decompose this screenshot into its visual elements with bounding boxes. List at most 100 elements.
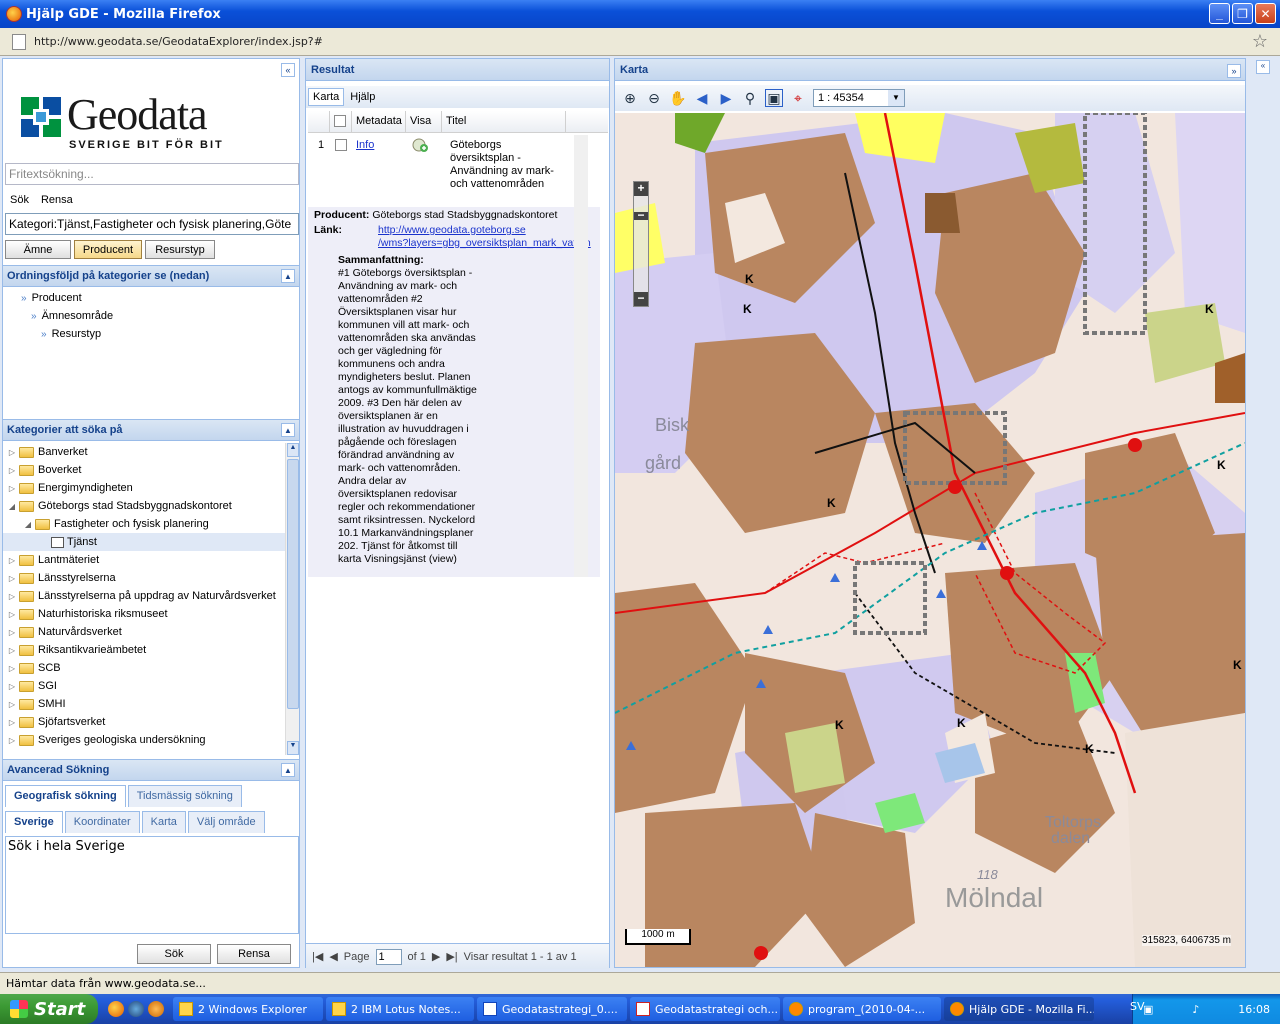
collapsed-arrow-icon[interactable]: ▷	[7, 466, 17, 475]
row-checkbox[interactable]	[335, 139, 347, 151]
language-indicator[interactable]: SV	[1130, 1000, 1145, 1013]
search-link[interactable]: Sök	[10, 194, 29, 206]
expand-right-panel-button[interactable]: «	[1256, 60, 1270, 74]
next-page-icon[interactable]: ▶	[432, 950, 440, 963]
collapse-left-button[interactable]: «	[281, 63, 295, 77]
sort-subject-button[interactable]: Ämne	[5, 240, 71, 259]
categories-collapse-button[interactable]: ▲	[281, 423, 295, 437]
tree-item[interactable]: ◢ Göteborgs stad Stadsbyggnadskontoret	[3, 497, 285, 515]
task-geodatastrategi-1[interactable]: Geodatastrategi_0....	[477, 997, 627, 1021]
task-windows-explorer[interactable]: 2 Windows Explorer	[173, 997, 323, 1021]
collapsed-arrow-icon[interactable]: ▷	[7, 556, 17, 565]
advanced-search-button[interactable]: Sök	[137, 944, 211, 964]
task-geodatastrategi-2[interactable]: Geodatastrategi och...	[630, 997, 780, 1021]
zoom-slider-handle[interactable]: −	[634, 209, 648, 221]
order-item-resource-type[interactable]: » Resurstyp	[3, 325, 299, 343]
collapsed-arrow-icon[interactable]: ▷	[7, 592, 17, 601]
task-hjalp-gde[interactable]: Hjälp GDE - Mozilla Fi...	[944, 997, 1094, 1021]
tree-item[interactable]: ▷ Naturhistoriska riksmuseet	[3, 605, 285, 623]
zoom-out-icon[interactable]: ⊖	[645, 89, 663, 107]
tab-geographic-search[interactable]: Geografisk sökning	[5, 785, 126, 807]
expanded-arrow-icon[interactable]: ◢	[23, 520, 33, 529]
advanced-collapse-button[interactable]: ▲	[281, 763, 295, 777]
tree-item[interactable]: ▷ Banverket	[3, 443, 285, 461]
order-item-producer[interactable]: » Producent	[3, 289, 299, 307]
tab-sweden[interactable]: Sverige	[5, 811, 63, 833]
pan-hand-icon[interactable]: ✋	[669, 89, 687, 107]
last-page-icon[interactable]: ▶|	[446, 950, 457, 963]
collapsed-arrow-icon[interactable]: ▷	[7, 682, 17, 691]
collapsed-arrow-icon[interactable]: ▷	[7, 718, 17, 727]
tab-map[interactable]: Karta	[141, 811, 186, 833]
page-number-input[interactable]	[375, 948, 402, 965]
order-item-subject[interactable]: » Ämnesområde	[3, 307, 299, 325]
prev-page-icon[interactable]: ◀	[329, 950, 337, 963]
free-text-search-input[interactable]: Fritextsökning...	[5, 163, 299, 185]
zoom-slider-plus-icon[interactable]: +	[634, 182, 648, 196]
tree-item[interactable]: ▷ Naturvårdsverket	[3, 623, 285, 641]
column-title[interactable]: Titel	[442, 111, 566, 132]
column-show[interactable]: Visa	[406, 111, 442, 132]
back-arrow-icon[interactable]: ◀	[693, 89, 711, 107]
collapsed-arrow-icon[interactable]: ▷	[7, 484, 17, 493]
table-row[interactable]: 1 Info Göteborgs översiktsplan - Användn…	[308, 135, 608, 193]
chevron-down-icon[interactable]: ▼	[888, 90, 904, 106]
tree-item[interactable]: ▷ SMHI	[3, 695, 285, 713]
first-page-icon[interactable]: |◀	[312, 950, 323, 963]
tree-scrollbar[interactable]: ▲ ▼	[285, 443, 299, 755]
add-layer-icon[interactable]	[411, 137, 429, 153]
sort-producer-button[interactable]: Producent	[74, 240, 142, 259]
tray-volume-icon[interactable]: ♪	[1192, 1003, 1199, 1016]
clear-link[interactable]: Rensa	[41, 194, 73, 206]
expanded-arrow-icon[interactable]: ◢	[7, 502, 17, 511]
scale-select[interactable]: 1 : 45354 ▼	[813, 89, 905, 107]
start-button[interactable]: Start	[0, 994, 98, 1024]
collapse-map-button[interactable]: »	[1227, 64, 1241, 78]
collapsed-arrow-icon[interactable]: ▷	[7, 628, 17, 637]
collapsed-arrow-icon[interactable]: ▷	[7, 574, 17, 583]
column-metadata[interactable]: Metadata	[352, 111, 406, 132]
tree-item[interactable]: ▷ Sjöfartsverket	[3, 713, 285, 731]
tree-item[interactable]: ▷ Länsstyrelserna	[3, 569, 285, 587]
tab-coordinates[interactable]: Koordinater	[64, 811, 140, 833]
results-scrollbar[interactable]	[574, 135, 588, 577]
crosshair-icon[interactable]: ⌖	[789, 89, 807, 107]
results-help-button[interactable]: Hjälp	[346, 89, 379, 105]
bookmark-star-icon[interactable]: ☆	[1252, 31, 1268, 52]
close-button[interactable]: ✕	[1255, 3, 1276, 24]
collapsed-arrow-icon[interactable]: ▷	[7, 736, 17, 745]
order-collapse-button[interactable]: ▲	[281, 269, 295, 283]
scroll-thumb[interactable]	[287, 459, 299, 709]
wms-link-2[interactable]: /wms?layers=gbg_oversiktsplan_mark_vatte…	[378, 237, 591, 249]
quicklaunch-ie-icon[interactable]	[128, 1001, 144, 1017]
tab-select-area[interactable]: Välj område	[187, 811, 265, 833]
tree-item[interactable]: ▷ Energimyndigheten	[3, 479, 285, 497]
tree-item[interactable]: ▷ Lantmäteriet	[3, 551, 285, 569]
collapsed-arrow-icon[interactable]: ▷	[7, 448, 17, 457]
zoom-slider-minus-icon[interactable]: −	[634, 292, 648, 306]
collapsed-arrow-icon[interactable]: ▷	[7, 610, 17, 619]
task-program[interactable]: program_(2010-04-...	[783, 997, 941, 1021]
scroll-down-icon[interactable]: ▼	[287, 741, 299, 755]
zoom-slider[interactable]: + − −	[633, 181, 649, 307]
quicklaunch-firefox-icon[interactable]	[108, 1001, 124, 1017]
tree-item[interactable]: ▷ Länsstyrelserna på uppdrag av Naturvård…	[3, 587, 285, 605]
info-link[interactable]: Info	[356, 139, 374, 151]
collapsed-arrow-icon[interactable]: ▷	[7, 664, 17, 673]
tree-item[interactable]: ▷ SCB	[3, 659, 285, 677]
tree-item[interactable]: ▷ Riksantikvarieämbetet	[3, 641, 285, 659]
sort-resource-type-button[interactable]: Resurstyp	[145, 240, 215, 259]
results-map-button[interactable]: Karta	[308, 88, 345, 106]
advanced-clear-button[interactable]: Rensa	[217, 944, 291, 964]
full-extent-icon[interactable]: ▣	[765, 89, 783, 107]
tab-temporal-search[interactable]: Tidsmässig sökning	[127, 785, 242, 807]
collapsed-arrow-icon[interactable]: ▷	[7, 700, 17, 709]
task-lotus-notes[interactable]: 2 IBM Lotus Notes...	[326, 997, 474, 1021]
zoom-in-icon[interactable]: ⊕	[621, 89, 639, 107]
category-field[interactable]: Kategori:Tjänst,Fastigheter och fysisk p…	[5, 213, 299, 235]
url-text[interactable]: http://www.geodata.se/GeodataExplorer/in…	[34, 35, 323, 48]
address-bar[interactable]: http://www.geodata.se/GeodataExplorer/in…	[0, 28, 1280, 56]
map-canvas[interactable]: K K K K K K K K K Bisk gård Mölndal Toltorps	[615, 113, 1245, 967]
forward-arrow-icon[interactable]: ▶	[717, 89, 735, 107]
identify-icon[interactable]: ⚲	[741, 89, 759, 107]
